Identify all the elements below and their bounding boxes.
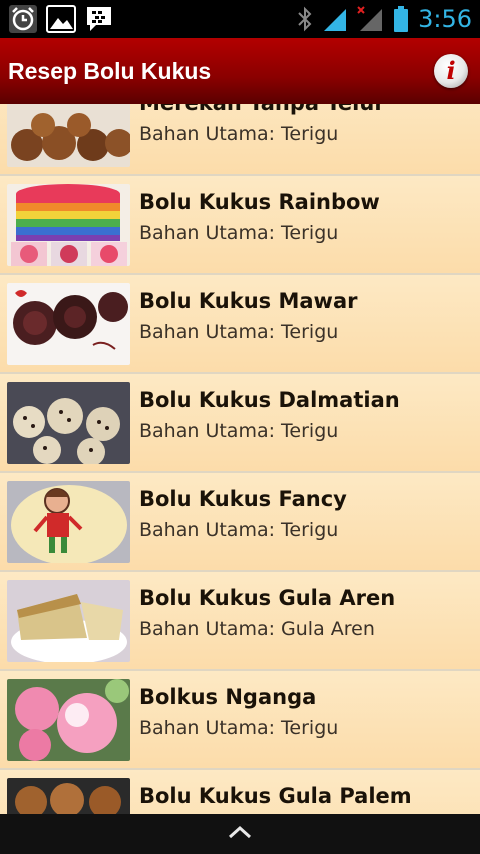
- recipe-thumbnail: [7, 283, 130, 365]
- list-item[interactable]: Bolu Kukus Dalmatian Bahan Utama: Terigu: [0, 374, 480, 473]
- recipe-list[interactable]: Merekah Tanpa Telur Bahan Utama: Terigu: [0, 104, 480, 814]
- info-icon[interactable]: i: [434, 54, 468, 88]
- navigation-bar: [0, 814, 480, 854]
- list-item[interactable]: Bolu Kukus Gula Palem: [0, 770, 480, 814]
- recipe-title: Bolu Kukus Mawar: [139, 289, 358, 313]
- signal-no-data-icon: [356, 5, 384, 33]
- recipe-title: Bolu Kukus Fancy: [139, 487, 347, 511]
- recipe-thumbnail: [7, 382, 130, 464]
- status-bar: 3:56: [0, 0, 480, 38]
- recipe-thumbnail: [7, 778, 130, 814]
- alarm-icon: [8, 4, 38, 34]
- recipe-title: Bolu Kukus Rainbow: [139, 190, 380, 214]
- list-item[interactable]: Bolkus Nganga Bahan Utama: Terigu: [0, 671, 480, 770]
- list-item[interactable]: Merekah Tanpa Telur Bahan Utama: Terigu: [0, 104, 480, 176]
- list-item[interactable]: Bolu Kukus Fancy Bahan Utama: Terigu: [0, 473, 480, 572]
- recipe-thumbnail: [7, 104, 130, 167]
- recipe-title: Bolu Kukus Gula Palem: [139, 784, 412, 808]
- list-item[interactable]: Bolu Kukus Gula Aren Bahan Utama: Gula A…: [0, 572, 480, 671]
- recipe-title: Bolu Kukus Gula Aren: [139, 586, 396, 610]
- recipe-subtitle: Bahan Utama: Terigu: [139, 717, 339, 739]
- list-item[interactable]: Bolu Kukus Rainbow Bahan Utama: Terigu: [0, 176, 480, 275]
- bbm-icon: [84, 4, 114, 34]
- recipe-subtitle: Bahan Utama: Terigu: [139, 420, 339, 442]
- recipe-title: Merekah Tanpa Telur: [139, 104, 385, 115]
- recipe-thumbnail: [7, 580, 130, 662]
- chevron-up-icon[interactable]: [225, 822, 255, 846]
- recipe-title: Bolkus Nganga: [139, 685, 317, 709]
- action-bar: Resep Bolu Kukus i: [0, 38, 480, 104]
- signal-icon: [322, 5, 348, 33]
- recipe-thumbnail: [7, 184, 130, 266]
- recipe-subtitle: Bahan Utama: Terigu: [139, 519, 339, 541]
- recipe-subtitle: Bahan Utama: Terigu: [139, 123, 339, 145]
- battery-icon: [392, 5, 410, 33]
- app-title: Resep Bolu Kukus: [8, 57, 212, 84]
- status-time: 3:56: [418, 5, 472, 33]
- bluetooth-icon: [296, 5, 314, 33]
- list-item[interactable]: Bolu Kukus Mawar Bahan Utama: Terigu: [0, 275, 480, 374]
- recipe-title: Bolu Kukus Dalmatian: [139, 388, 400, 412]
- recipe-thumbnail: [7, 481, 130, 563]
- recipe-thumbnail: [7, 679, 130, 761]
- recipe-subtitle: Bahan Utama: Gula Aren: [139, 618, 375, 640]
- recipe-subtitle: Bahan Utama: Terigu: [139, 321, 339, 343]
- recipe-subtitle: Bahan Utama: Terigu: [139, 222, 339, 244]
- gallery-icon: [46, 4, 76, 34]
